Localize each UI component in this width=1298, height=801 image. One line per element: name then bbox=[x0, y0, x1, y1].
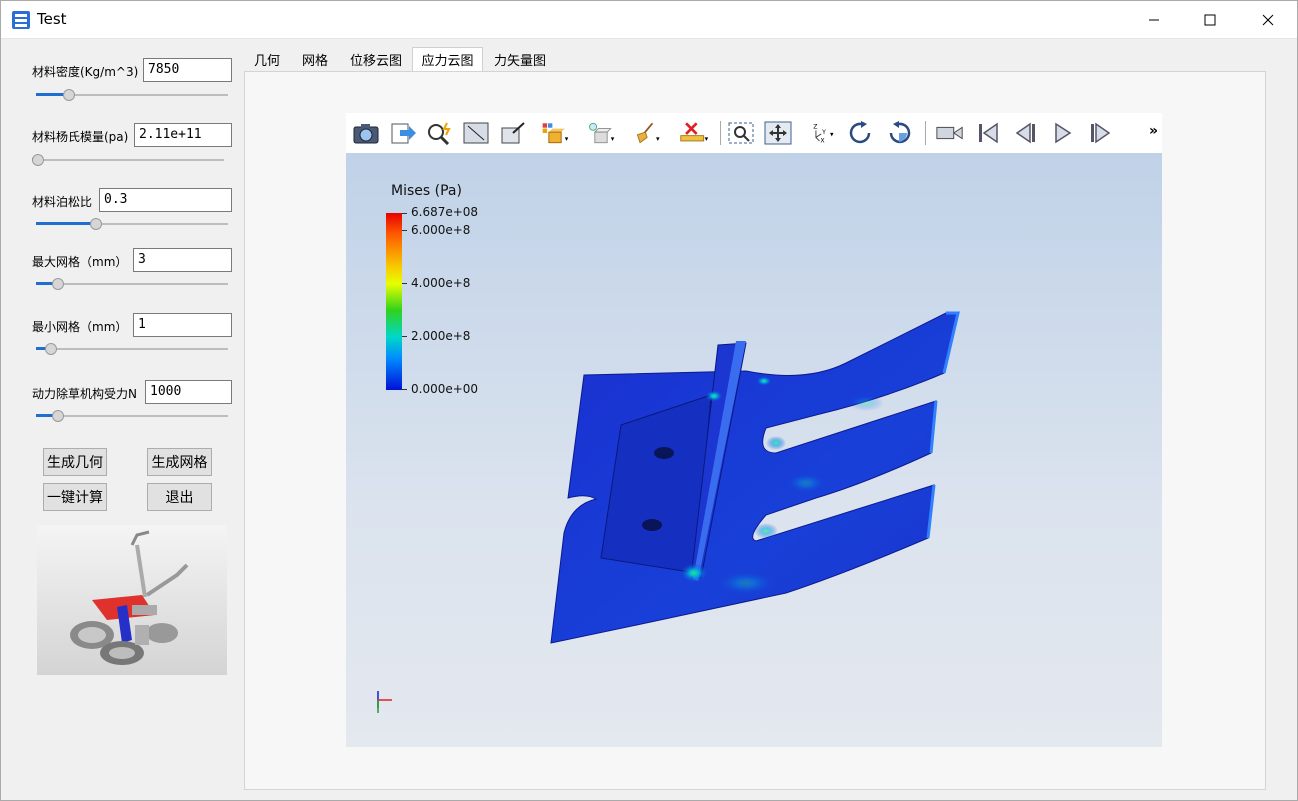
svg-text:Y: Y bbox=[821, 129, 826, 136]
render-view[interactable]: Mises (Pa) 6.687e+08 6.000e+8 4.000e+8 2… bbox=[346, 153, 1162, 747]
ruler-delete-icon[interactable]: ▾ bbox=[679, 119, 709, 147]
exit-button[interactable]: 退出 bbox=[147, 483, 212, 511]
density-label: 材料密度(Kg/m^3) bbox=[32, 65, 139, 79]
generate-geometry-button[interactable]: 生成几何 bbox=[43, 448, 107, 476]
pan-icon[interactable] bbox=[763, 119, 793, 147]
export-icon[interactable] bbox=[388, 119, 418, 147]
rotate-ccw-icon[interactable] bbox=[884, 119, 914, 147]
slider-thumb[interactable] bbox=[63, 89, 75, 101]
window-title: Test bbox=[37, 10, 67, 28]
slider-thumb[interactable] bbox=[32, 154, 44, 166]
svg-text:X: X bbox=[820, 138, 825, 145]
young-modulus-field[interactable]: 2.11e+11 bbox=[134, 123, 232, 147]
poisson-slider[interactable] bbox=[36, 218, 228, 230]
svg-text:▾: ▾ bbox=[830, 130, 834, 139]
svg-text:Z: Z bbox=[813, 124, 817, 131]
broom-icon[interactable]: ▾ bbox=[633, 119, 663, 147]
title-bar: Test bbox=[1, 1, 1297, 39]
weeder-machine-image bbox=[37, 525, 227, 675]
rotate-cw-icon[interactable] bbox=[846, 119, 876, 147]
maximize-icon bbox=[1204, 14, 1216, 26]
force-slider[interactable] bbox=[36, 410, 228, 422]
svg-text:▾: ▾ bbox=[705, 134, 709, 143]
tab-force-vector[interactable]: 力矢量图 bbox=[485, 47, 555, 71]
close-button[interactable] bbox=[1239, 1, 1297, 39]
app-icon bbox=[12, 11, 30, 29]
zoom-box-icon[interactable] bbox=[726, 119, 756, 147]
density-field[interactable]: 7850 bbox=[143, 58, 232, 82]
toolbar-separator bbox=[925, 121, 926, 145]
slider-thumb[interactable] bbox=[52, 278, 65, 290]
slider-thumb[interactable] bbox=[90, 218, 102, 230]
max-mesh-label: 最大网格（mm） bbox=[32, 255, 128, 269]
tab-geometry[interactable]: 几何 bbox=[245, 47, 289, 71]
young-modulus-slider[interactable] bbox=[32, 154, 224, 166]
max-mesh-field[interactable]: 3 bbox=[133, 248, 232, 272]
expand-frame-icon[interactable] bbox=[498, 119, 528, 147]
tab-displacement[interactable]: 位移云图 bbox=[341, 47, 411, 71]
svg-text:▾: ▾ bbox=[611, 134, 615, 143]
viewer-toolbar: ▾ ▾ ▾ ▾ Z Y X ▾ » bbox=[346, 113, 1162, 153]
min-mesh-field[interactable]: 1 bbox=[133, 313, 232, 337]
min-mesh-label: 最小网格（mm） bbox=[32, 320, 128, 334]
play-icon[interactable] bbox=[1048, 119, 1078, 147]
minimize-icon bbox=[1149, 19, 1159, 21]
axes-icon[interactable]: Z Y X ▾ bbox=[808, 119, 838, 147]
step-back-icon[interactable] bbox=[1011, 119, 1041, 147]
close-icon bbox=[1262, 14, 1274, 26]
svg-text:▾: ▾ bbox=[565, 134, 569, 143]
stress-model bbox=[377, 311, 960, 713]
3d-viewer[interactable]: ▾ ▾ ▾ ▾ Z Y X ▾ » Mises (Pa) 6.687e+08 6… bbox=[346, 113, 1162, 747]
force-field[interactable]: 1000 bbox=[145, 380, 232, 404]
app-window: Test 材料密度(Kg/m^3) 7850 材料杨氏模量(pa) 2.11e+… bbox=[0, 0, 1298, 801]
min-mesh-slider[interactable] bbox=[36, 343, 228, 355]
poisson-label: 材料泊松比 bbox=[32, 195, 93, 209]
display-mode-icon[interactable]: ▾ bbox=[540, 119, 570, 147]
fit-frame-icon[interactable] bbox=[461, 119, 491, 147]
generate-mesh-button[interactable]: 生成网格 bbox=[147, 448, 212, 476]
toolbar-overflow-button[interactable]: » bbox=[1149, 123, 1158, 139]
maximize-button[interactable] bbox=[1181, 1, 1239, 39]
skip-first-icon[interactable] bbox=[974, 119, 1004, 147]
lighting-icon[interactable]: ▾ bbox=[586, 119, 616, 147]
slider-thumb[interactable] bbox=[45, 343, 57, 355]
camera-icon[interactable] bbox=[351, 119, 381, 147]
minimize-button[interactable] bbox=[1125, 1, 1183, 39]
tab-stress[interactable]: 应力云图 bbox=[412, 47, 483, 71]
slider-thumb[interactable] bbox=[52, 410, 65, 422]
force-label: 动力除草机构受力N bbox=[32, 387, 137, 401]
toolbar-separator bbox=[720, 121, 721, 145]
young-label: 材料杨氏模量(pa) bbox=[32, 130, 129, 144]
tab-mesh[interactable]: 网格 bbox=[293, 47, 337, 71]
poisson-field[interactable]: 0.3 bbox=[99, 188, 232, 212]
density-slider[interactable] bbox=[36, 89, 228, 101]
zoom-magic-icon[interactable] bbox=[424, 119, 454, 147]
max-mesh-slider[interactable] bbox=[36, 278, 228, 290]
compute-button[interactable]: 一键计算 bbox=[43, 483, 107, 511]
step-forward-icon[interactable] bbox=[1085, 119, 1115, 147]
video-camera-icon[interactable] bbox=[935, 119, 965, 147]
svg-text:▾: ▾ bbox=[656, 134, 660, 143]
